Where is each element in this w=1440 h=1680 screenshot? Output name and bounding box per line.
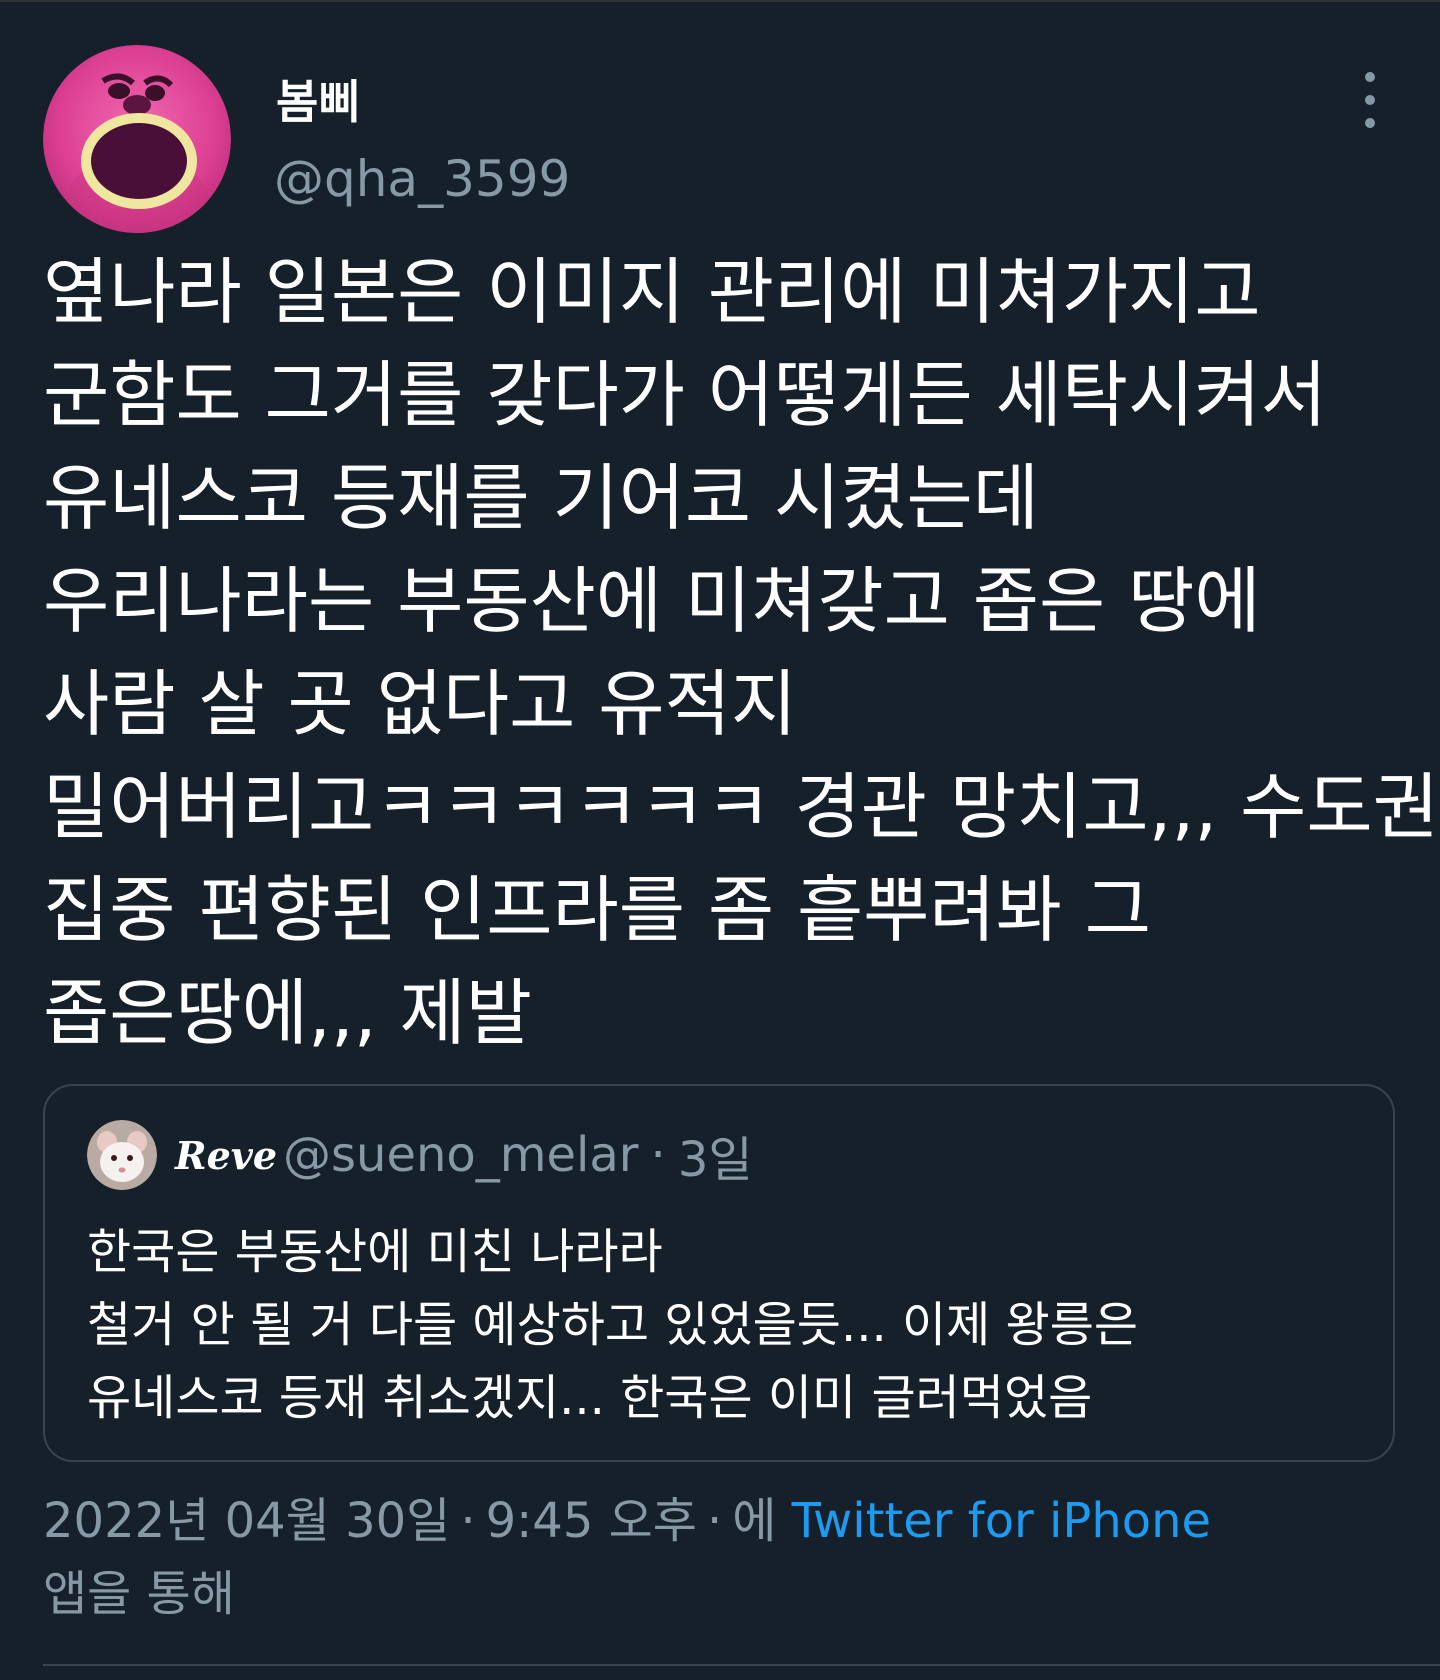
quoted-author-name: Reve <box>175 1132 278 1178</box>
author-handle[interactable]: @qha_3599 <box>274 150 570 208</box>
more-vertical-icon-dot <box>1365 95 1375 105</box>
tweet-text-line: 옆나라 일본은 이미지 관리에 미쳐가지고 <box>43 250 1261 334</box>
tweet-text-line: 유네스코 등재를 기어코 시켰는데 <box>43 456 1040 540</box>
quoted-timestamp: 3일 <box>677 1132 753 1188</box>
tweet-text: 옆나라 일본은 이미지 관리에 미쳐가지고 군함도 그거를 갖다가 어떻게든 세… <box>43 241 1439 1065</box>
tweet-date[interactable]: 2022년 04월 30일 <box>43 1493 450 1549</box>
quoted-author-handle: @sueno_melar <box>283 1127 639 1183</box>
tweet-metadata: 2022년 04월 30일 · 9:45 오후 · 에 Twitter for iPho… <box>43 1485 1403 1631</box>
tweet-time[interactable]: 9:45 오후 <box>486 1493 697 1549</box>
via-suffix: 앱을 통해 <box>43 1566 235 1622</box>
tweet-text-line: 좁은땅에,,, 제발 <box>43 971 532 1055</box>
quoted-separator: · <box>650 1127 666 1183</box>
tweet-text-line: 집중 편향된 인프라를 좀 흩뿌려봐 그 <box>43 868 1152 952</box>
tweet-text-line: 사람 살 곳 없다고 유적지 <box>43 662 797 746</box>
bottom-divider <box>43 1664 1440 1666</box>
tweet-text-line: 밀어버리고ㅋㅋㅋㅋㅋㅋ 경관 망치고,,, 수도권 <box>43 765 1439 849</box>
top-divider <box>0 0 1440 2</box>
quoted-text-line: 유네스코 등재 취소겠지... 한국은 이미 글러먹었음 <box>87 1370 1093 1426</box>
source-app-link[interactable]: Twitter for iPhone <box>792 1493 1211 1549</box>
tweet-text-line: 우리나라는 부동산에 미쳐갖고 좁은 땅에 <box>43 559 1261 643</box>
more-vertical-icon-dot <box>1365 118 1375 128</box>
pink-bear-face-avatar-icon <box>43 45 231 233</box>
meta-separator: · <box>706 1493 723 1549</box>
via-prefix: 에 <box>732 1493 777 1549</box>
quoted-tweet-card[interactable]: Reve @sueno_melar · 3일 한국은 부동산에 미친 나라라 철… <box>43 1084 1395 1462</box>
quoted-tweet-header: Reve @sueno_melar · 3일 <box>87 1120 753 1190</box>
quoted-author-avatar <box>87 1120 157 1190</box>
meta-separator: · <box>460 1493 476 1549</box>
tweet-text-line: 군함도 그거를 갖다가 어떻게든 세탁시켜서 <box>43 353 1327 437</box>
quoted-tweet-text: 한국은 부동산에 미친 나라라 철거 안 될 거 다들 예상하고 있었을듯...… <box>87 1216 1367 1435</box>
white-mouse-avatar-icon <box>87 1120 157 1190</box>
author-display-name[interactable]: 봄삐 <box>276 66 361 132</box>
author-avatar[interactable] <box>43 45 231 233</box>
more-vertical-icon <box>1365 72 1375 82</box>
quoted-text-line: 한국은 부동산에 미친 나라라 <box>87 1224 663 1280</box>
quoted-text-line: 철거 안 될 거 다들 예상하고 있었을듯... 이제 왕릉은 <box>87 1297 1139 1353</box>
more-options-button[interactable] <box>1348 72 1392 128</box>
